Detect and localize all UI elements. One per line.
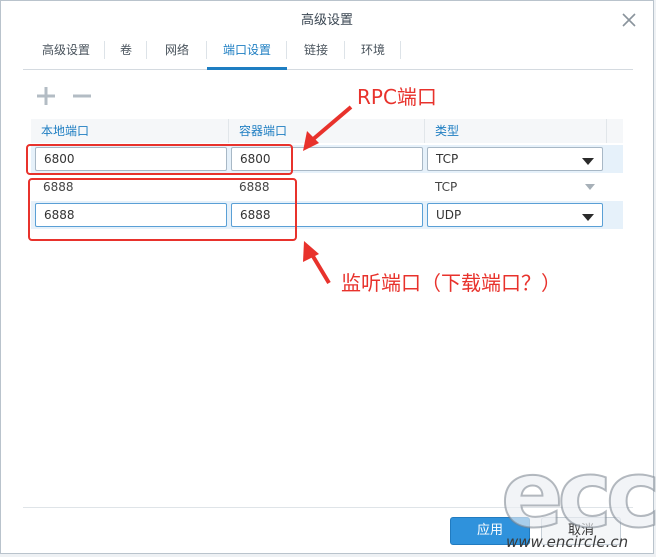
watermark-url: www.encircle.cn <box>506 533 629 551</box>
rpc-port-annotation: RPC端口 <box>357 85 437 109</box>
rpc-arrow-shaft <box>309 105 353 143</box>
advanced-settings-dialog: 高级设置 高级设置 卷 网络 端口设置 链接 环境 本地端口 容器端口 类型 6… <box>0 0 656 554</box>
watermark-logo: ecc <box>500 441 656 548</box>
listen-arrow-shaft <box>309 251 331 285</box>
listen-port-annotation: 监听端口（下载端口？） <box>341 271 561 295</box>
